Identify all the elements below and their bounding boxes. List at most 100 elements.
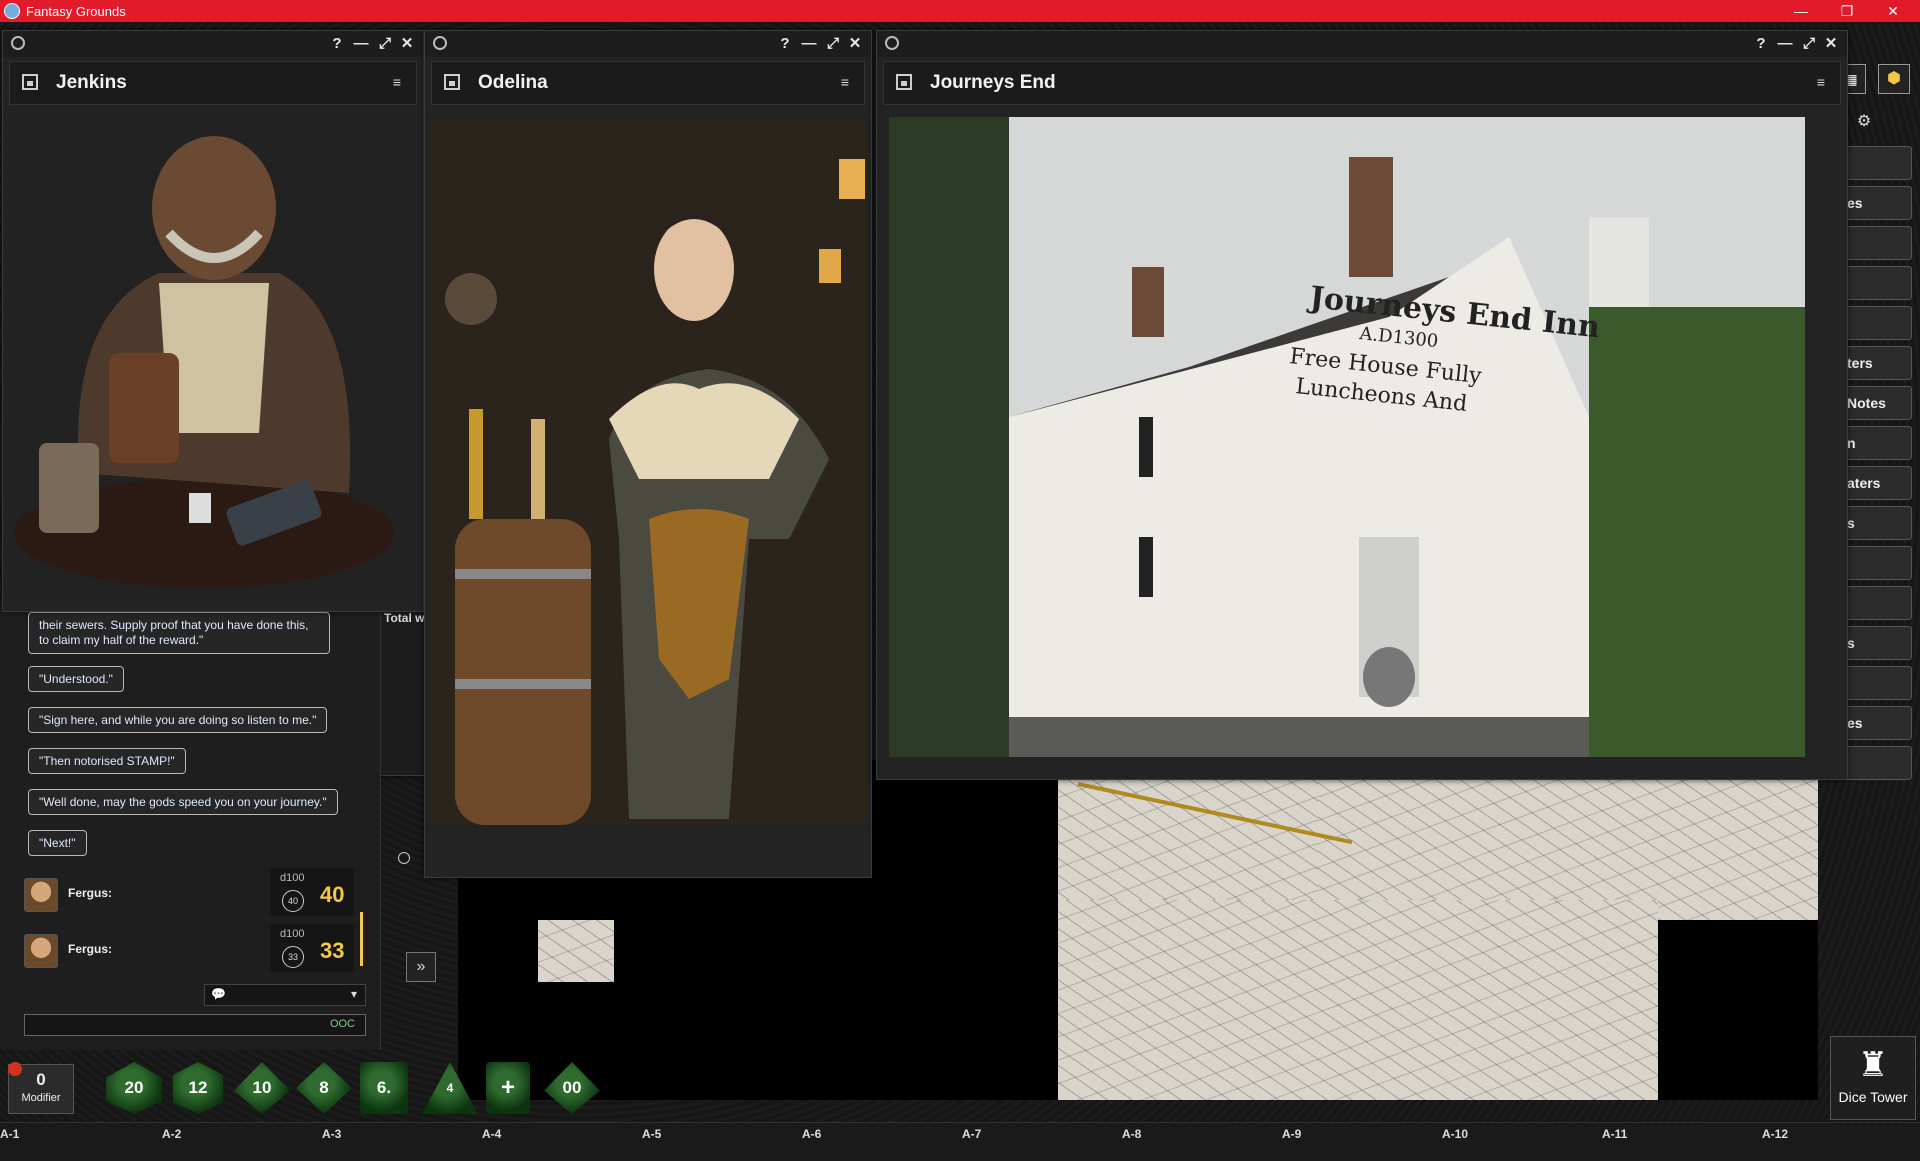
window-title: Odelina [478, 72, 548, 93]
minimize-button[interactable]: — [351, 34, 371, 54]
ruler-label: A-10 [1442, 1127, 1469, 1141]
d8-die[interactable]: 8 [296, 1062, 352, 1114]
roller-name: Fergus: [68, 886, 113, 900]
link-icon[interactable] [433, 36, 447, 50]
journeys-end-photo: Journeys End Inn A.D1300 Free House Full… [889, 117, 1805, 757]
roll-total: 33 [320, 938, 345, 963]
sidebar-button[interactable]: s [1842, 626, 1912, 660]
ruler-label: A-3 [322, 1127, 342, 1141]
sidebar-button[interactable]: es [1842, 706, 1912, 740]
image-icon [896, 74, 912, 90]
sidebar-button[interactable] [1842, 546, 1912, 580]
dice-tower-label: Dice Tower [1838, 1089, 1908, 1105]
window-header: Journeys End ≡ [883, 61, 1841, 105]
chat-mode-dropdown[interactable]: 💬 ▾ [204, 984, 366, 1006]
ruler-label: A-2 [162, 1127, 182, 1141]
help-button[interactable]: ? [775, 34, 795, 54]
sidebar-button-notes[interactable]: Notes [1842, 386, 1912, 420]
d12-die[interactable]: 12 [172, 1062, 224, 1114]
ruler-label: A-8 [1122, 1127, 1142, 1141]
d6-die[interactable]: 6. [360, 1062, 408, 1114]
sidebar-button[interactable] [1842, 306, 1912, 340]
die-type-label: d100 [280, 928, 305, 940]
dice-roll-entry: Fergus: d100 33 33 [24, 924, 364, 974]
menu-icon[interactable]: ≡ [1814, 75, 1828, 89]
avatar [24, 878, 58, 912]
radio-marker[interactable] [398, 852, 410, 864]
maximize-button[interactable]: ⤢ [823, 34, 843, 54]
roll-total: 40 [320, 882, 345, 907]
minimize-app-button[interactable]: — [1778, 0, 1824, 22]
chevron-down-icon: ▾ [350, 987, 357, 1001]
map-sketch-token[interactable] [538, 920, 614, 982]
chat-message: "Sign here, and while you are doing so l… [28, 707, 328, 733]
expand-chat-icon[interactable]: » [406, 952, 436, 982]
d4-die[interactable]: 4 [422, 1062, 478, 1114]
link-icon[interactable] [885, 36, 899, 50]
maximize-button[interactable]: ⤢ [375, 34, 395, 54]
chat-message: their sewers. Supply proof that you have… [28, 612, 330, 654]
d20-die[interactable]: 20 [106, 1062, 162, 1114]
add-dice-button[interactable]: + [486, 1062, 530, 1114]
gear-icon[interactable]: ⚙ [1852, 110, 1876, 134]
map-sketch-camp [1318, 760, 1818, 920]
castle-icon: ♜ [1857, 1046, 1889, 1084]
chat-message: "Well done, may the gods speed you on yo… [28, 789, 338, 815]
restore-app-button[interactable]: ❐ [1824, 0, 1870, 22]
d10-die[interactable]: 10 [234, 1062, 290, 1114]
window-toolbar: ? — ⤢ ✕ [877, 31, 1847, 57]
sidebar-button[interactable]: s [1842, 506, 1912, 540]
jenkins-portrait [9, 113, 415, 603]
journeys-end-image-window: ? — ⤢ ✕ Journeys End ≡ Journeys End Inn … [876, 30, 1848, 780]
image-icon [22, 74, 38, 90]
help-button[interactable]: ? [1751, 34, 1771, 54]
dice-tower-button[interactable]: ♜ Dice Tower [1830, 1036, 1916, 1120]
minimize-button[interactable]: — [1775, 34, 1795, 54]
d20-settings-icon[interactable]: ⬢ [1878, 64, 1910, 94]
link-icon[interactable] [11, 36, 25, 50]
avatar [24, 934, 58, 968]
sidebar-button[interactable] [1842, 146, 1912, 180]
roll-result-box: d100 40 40 [270, 868, 354, 916]
close-button[interactable]: ✕ [1821, 34, 1841, 54]
fantasy-grounds-icon [4, 3, 20, 19]
close-button[interactable]: ✕ [845, 34, 865, 54]
chat-message: "Then notorised STAMP!" [28, 748, 186, 774]
sidebar-button[interactable]: ters [1842, 346, 1912, 380]
odelina-portrait [429, 119, 867, 825]
jenkins-image-window: ? — ⤢ ✕ Jenkins ≡ [2, 30, 424, 612]
chat-scrollbar[interactable] [360, 912, 363, 966]
maximize-button[interactable]: ⤢ [1799, 34, 1819, 54]
app-title: Fantasy Grounds [26, 3, 126, 19]
sidebar-button[interactable] [1842, 586, 1912, 620]
dice-roll-entry: Fergus: d100 40 40 [24, 868, 364, 918]
help-button[interactable]: ? [327, 34, 347, 54]
ruler-label: A-4 [482, 1127, 502, 1141]
ruler-label: A-1 [0, 1127, 20, 1141]
menu-icon[interactable]: ≡ [838, 75, 852, 89]
chat-input[interactable]: OOC [24, 1014, 366, 1036]
ruler-label: A-11 [1602, 1127, 1628, 1141]
speech-bubble-icon: 💬 [211, 987, 226, 1001]
window-toolbar: ? — ⤢ ✕ [425, 31, 871, 57]
minimize-button[interactable]: — [799, 34, 819, 54]
window-title: Journeys End [930, 72, 1056, 93]
sidebar-button[interactable]: aters [1842, 466, 1912, 500]
die-type-label: d100 [280, 872, 305, 884]
sidebar-button[interactable]: es [1842, 186, 1912, 220]
d100-die[interactable]: 00 [544, 1062, 600, 1114]
menu-icon[interactable]: ≡ [390, 75, 404, 89]
app-title-bar: Fantasy Grounds — ❐ ✕ [0, 0, 1920, 22]
sidebar-button[interactable] [1842, 666, 1912, 700]
ruler-label: A-9 [1282, 1127, 1302, 1141]
close-app-button[interactable]: ✕ [1870, 0, 1916, 22]
sidebar-button[interactable]: n [1842, 426, 1912, 460]
sidebar-button[interactable] [1842, 266, 1912, 300]
ruler-label: A-5 [642, 1127, 662, 1141]
ruler-label: A-7 [962, 1127, 982, 1141]
sidebar-button[interactable] [1842, 746, 1912, 780]
die-face-icon: 33 [282, 946, 304, 968]
sidebar-button[interactable] [1842, 226, 1912, 260]
close-button[interactable]: ✕ [397, 34, 417, 54]
odelina-image-window: ? — ⤢ ✕ Odelina ≡ [424, 30, 872, 878]
